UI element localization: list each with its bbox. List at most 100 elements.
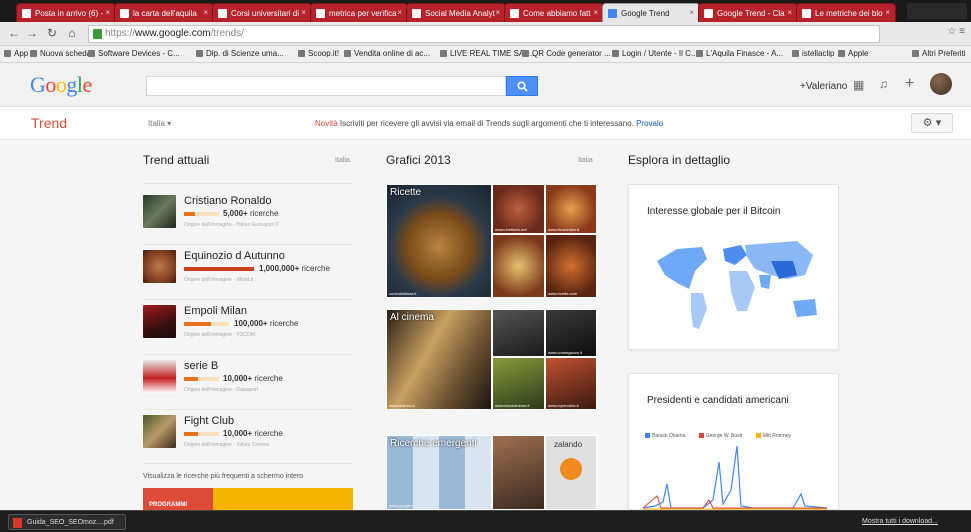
logo-letter: o — [55, 72, 67, 97]
close-icon[interactable]: × — [787, 8, 792, 17]
trend-item[interactable]: serie B 10,000+ ricerche Origine dell'im… — [143, 360, 353, 410]
close-icon[interactable]: × — [495, 8, 500, 17]
notice-banner: Novità Iscriviti per ricevere gli avvisi… — [315, 119, 664, 128]
google-logo[interactable]: Google — [30, 72, 92, 98]
card-bitcoin[interactable]: Interesse globale per il Bitcoin — [628, 184, 839, 350]
trend-item[interactable]: Fight Club 10,000+ ricerche Origine dell… — [143, 415, 353, 465]
bookmark[interactable]: Nuova scheda — [30, 49, 91, 58]
zalando-logo — [560, 458, 582, 480]
trend-item[interactable]: Cristiano Ronaldo 5,000+ ricerche Origin… — [143, 195, 353, 245]
close-icon[interactable]: × — [203, 8, 208, 17]
tab[interactable]: metrica per verifica × — [310, 3, 408, 22]
page-icon — [412, 9, 421, 18]
bookmark[interactable]: App — [4, 49, 28, 58]
trend-name[interactable]: serie B — [184, 360, 218, 372]
close-icon[interactable]: × — [105, 8, 110, 17]
bookmark[interactable]: Vendita online di ac... — [344, 49, 430, 58]
image-source[interactable]: Origine dell'immagine - Yahoo Cinema — [184, 442, 269, 448]
address-bar[interactable]: https://www.google.com/trends/ — [88, 25, 880, 43]
download-item[interactable]: Guida_SEO_SEOmoz....pdf — [8, 514, 126, 530]
trend-thumbnail — [143, 195, 176, 228]
search-input[interactable] — [146, 76, 506, 96]
image-source[interactable]: Origine dell'immagine - Wired.it — [184, 277, 253, 283]
tab[interactable]: Posta in arrivo (6) - × — [16, 3, 116, 22]
apps-grid-icon[interactable]: ▦ — [853, 78, 864, 92]
reload-icon[interactable]: ↻ — [44, 25, 60, 41]
world-map-chart — [657, 241, 817, 329]
trend-name[interactable]: Fight Club — [184, 415, 234, 427]
tile-image — [492, 435, 545, 510]
gear-icon: ⚙ — [922, 117, 933, 129]
page-icon — [218, 9, 227, 18]
close-icon[interactable]: × — [397, 8, 402, 17]
close-icon[interactable]: × — [301, 8, 306, 17]
promo-banner[interactable]: PROGRAMMI — [143, 488, 353, 510]
card-presidents[interactable]: Presidenti e candidati americani Barack … — [628, 373, 839, 510]
bookmark[interactable]: Dip. di Scienze uma... — [196, 49, 284, 58]
bookmark[interactable]: Apple — [838, 49, 868, 58]
tile-label: Al cinema — [390, 312, 434, 323]
bookmark[interactable]: L'Aquila Finasce - A... — [696, 49, 783, 58]
close-icon[interactable]: × — [885, 8, 890, 17]
user-link[interactable]: +Valeriano — [800, 81, 847, 92]
divider — [143, 244, 353, 245]
country-dropdown[interactable]: Italia ▾ — [148, 119, 171, 128]
image-source[interactable]: Origine dell'immagine - TGCOM — [184, 332, 255, 338]
tab[interactable]: Google Trend - Cla × — [698, 3, 798, 22]
close-icon[interactable]: × — [689, 8, 694, 17]
share-plus-icon[interactable]: + — [905, 75, 914, 93]
tab[interactable]: Social Media Analyt × — [406, 3, 506, 22]
bookmark[interactable]: Software Devices - C... — [88, 49, 180, 58]
tab[interactable]: Come abbiamo fatt × — [504, 3, 604, 22]
trend-count: 10,000+ ricerche — [223, 374, 283, 383]
fullscreen-link[interactable]: Visualizza le ricerche più frequenti a s… — [143, 473, 303, 480]
search-icon — [516, 81, 528, 92]
show-all-downloads-link[interactable]: Mostra tutti i download... — [862, 518, 938, 525]
bookmark[interactable]: LIVE REAL TIME SAT... — [440, 49, 534, 58]
trend-item[interactable]: Empoli Milan 100,000+ ricerche Origine d… — [143, 305, 353, 355]
trending-country[interactable]: Italia — [335, 157, 350, 164]
tile-image-main: cucinaitaliana.it — [386, 184, 492, 298]
forward-icon[interactable]: → — [24, 25, 40, 41]
line-chart — [643, 445, 827, 510]
extensions-icon[interactable]: ☆ ≡ — [947, 26, 965, 37]
trend-name[interactable]: Equinozio d Autunno — [184, 250, 285, 262]
tab[interactable]: Corsi universitari di × — [212, 3, 312, 22]
avatar[interactable] — [930, 73, 952, 95]
tab[interactable]: la carta dell'aquila × — [114, 3, 214, 22]
bookmark[interactable]: istellaclip — [792, 49, 834, 58]
trend-count: 5,000+ ricerche — [223, 209, 279, 218]
bookmark[interactable]: Login / Utente - Il C... — [612, 49, 698, 58]
search-button[interactable] — [506, 76, 538, 96]
window-controls[interactable] — [907, 3, 967, 19]
trends-title[interactable]: Trend — [31, 115, 67, 131]
tab[interactable]: Le metriche dei blo × — [796, 3, 896, 22]
notifications-bell-icon[interactable]: ♫ — [879, 77, 888, 91]
tile-movies[interactable]: www.cinema.it www.comingsoon.it www.trov… — [386, 309, 597, 410]
trend-name[interactable]: Cristiano Ronaldo — [184, 195, 271, 207]
divider — [143, 299, 353, 300]
home-icon[interactable]: ⌂ — [64, 25, 80, 41]
google-icon — [704, 9, 713, 18]
tab-active[interactable]: Google Trend × — [602, 3, 700, 22]
bookmark[interactable]: Scoop.it! — [298, 49, 339, 58]
trend-name[interactable]: Empoli Milan — [184, 305, 247, 317]
trend-item[interactable]: Equinozio d Autunno 1,000,000+ ricerche … — [143, 250, 353, 300]
image-source[interactable]: Origine dell'immagine - Datasport — [184, 387, 258, 393]
try-it-link[interactable]: Provalo — [636, 119, 663, 128]
close-icon[interactable]: × — [593, 8, 598, 17]
bookmark-folder[interactable]: Altri Preferiti — [912, 49, 966, 58]
settings-button[interactable]: ⚙ ▾ — [911, 113, 953, 133]
back-icon[interactable]: ← — [6, 25, 22, 41]
page-icon — [120, 9, 129, 18]
charts-heading: Grafici 2013 — [386, 153, 451, 167]
image-source[interactable]: Origine dell'immagine - Yahoo Eurosport … — [184, 222, 279, 228]
divider — [143, 409, 353, 410]
bookmark[interactable]: QR Code generator ... — [522, 49, 611, 58]
tile-image: www.mymovies.it — [545, 357, 597, 410]
charts-country[interactable]: Italia — [578, 157, 593, 164]
tile-image — [492, 234, 545, 298]
tile-rising[interactable]: www.google.it zalando Ricerche emergenti — [386, 435, 597, 510]
tile-image: www.ricettario.net — [492, 184, 545, 234]
tile-recipes[interactable]: cucinaitaliana.it www.ricettario.net www… — [386, 184, 597, 298]
